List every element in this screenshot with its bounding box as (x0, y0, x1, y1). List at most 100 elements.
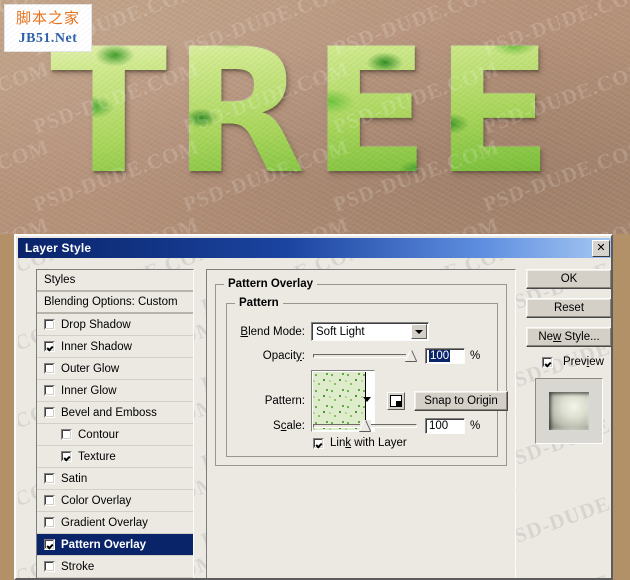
styles-list-item[interactable]: Gradient Overlay (37, 512, 193, 534)
styles-header-label: Styles (44, 274, 76, 286)
dialog-body: PSD-DUDE.COMPSD-DUDE.COMPSD-DUDE.COMPSD-… (18, 258, 611, 578)
opacity-unit: % (470, 350, 481, 362)
styles-list-item-label: Contour (78, 428, 119, 441)
styles-list-item[interactable]: Texture (37, 446, 193, 468)
opacity-label: Opacity: (262, 350, 305, 362)
styles-list-item[interactable]: Drop Shadow (37, 314, 193, 336)
blend-mode-select[interactable]: Soft Light (311, 322, 429, 341)
styles-list-item-checkbox[interactable] (44, 561, 55, 572)
dialog-titlebar[interactable]: Layer Style ✕ (18, 238, 611, 258)
pattern-overlay-legend: Pattern Overlay (224, 278, 318, 290)
blending-options-row[interactable]: Blending Options: Custom (37, 292, 193, 314)
styles-list-item[interactable]: Outer Glow (37, 358, 193, 380)
chevron-down-icon[interactable] (363, 397, 371, 402)
watermark-text: PSD-DUDE.COM (0, 212, 53, 234)
site-logo: 脚本之家 JB51.Net (4, 4, 92, 52)
styles-list-item-label: Outer Glow (61, 362, 120, 375)
styles-list-item-checkbox[interactable] (44, 517, 55, 528)
styles-list-item-label: Color Overlay (61, 494, 132, 507)
scale-slider[interactable] (313, 419, 417, 433)
reset-button[interactable]: Reset (526, 298, 611, 318)
ok-button[interactable]: OK (526, 269, 611, 289)
opacity-input[interactable]: 100 (425, 348, 465, 364)
watermark-text: PSD-DUDE.COM (330, 212, 503, 234)
styles-list-item[interactable]: Color Overlay (37, 490, 193, 512)
reset-label: Reset (553, 302, 585, 314)
styles-list-item[interactable]: Inner Shadow (37, 336, 193, 358)
styles-rows-container: Drop Shadow Inner Shadow Outer Glow Inner G… (37, 314, 193, 578)
pattern-legend: Pattern (235, 297, 283, 309)
preview-label: Preview (563, 356, 604, 368)
blend-mode-label: Blend Mode: (240, 325, 305, 338)
styles-list-item-label: Texture (78, 450, 116, 463)
logo-english-text: JB51.Net (18, 31, 78, 46)
blend-mode-value: Soft Light (316, 325, 365, 338)
layer-style-dialog: Layer Style ✕ PSD-DUDE.COMPSD-DUDE.COMPS… (14, 234, 613, 580)
styles-list-item-label: Inner Shadow (61, 340, 132, 353)
dialog-buttons-panel: OK Reset New Style... Preview (526, 269, 611, 578)
styles-list-item-checkbox[interactable] (44, 495, 55, 506)
snap-to-origin-label: Snap to Origin (424, 395, 498, 407)
scale-label: Scale: (273, 420, 305, 432)
watermark-text: PSD-DUDE.COM (180, 212, 353, 234)
styles-list-item[interactable]: Pattern Overlay (37, 534, 193, 556)
styles-list-item[interactable]: Contour (37, 424, 193, 446)
scale-slider-handle[interactable] (360, 420, 371, 431)
blending-options-label: Blending Options: Custom (44, 296, 178, 308)
watermark-text: PSD-DUDE.COM (0, 134, 53, 217)
styles-list-panel[interactable]: Styles Blending Options: Custom Drop Sha… (36, 269, 194, 578)
preview-row[interactable]: Preview (526, 356, 611, 368)
styles-list-item-checkbox[interactable] (44, 363, 55, 374)
styles-list-item-checkbox[interactable] (61, 451, 72, 462)
styles-list-item[interactable]: Satin (37, 468, 193, 490)
dialog-title: Layer Style (25, 241, 92, 255)
pattern-overlay-panel: Pattern Overlay Pattern Blend Mode: Soft… (206, 269, 516, 578)
link-with-layer-label: Link with Layer (330, 437, 407, 449)
styles-list-item-checkbox[interactable] (44, 319, 55, 330)
style-preview-thumbnail (535, 378, 603, 444)
snap-to-origin-button[interactable]: Snap to Origin (414, 391, 508, 411)
styles-list-item[interactable]: Stroke (37, 556, 193, 578)
styles-list-item-checkbox[interactable] (44, 385, 55, 396)
styles-list-item-label: Stroke (61, 560, 95, 573)
styles-list-item-checkbox[interactable] (61, 429, 72, 440)
styles-list-item[interactable]: Inner Glow (37, 380, 193, 402)
pattern-overlay-group: Pattern Overlay Pattern Blend Mode: Soft… (215, 278, 508, 466)
preview-checkbox[interactable] (542, 356, 553, 368)
new-style-button[interactable]: New Style... (526, 327, 611, 347)
opacity-slider-handle[interactable] (406, 350, 417, 361)
watermark-text: PSD-DUDE.COM (0, 56, 53, 139)
styles-list-item-checkbox[interactable] (44, 407, 55, 418)
styles-list-item-label: Pattern Overlay (61, 538, 147, 551)
styles-list-item-checkbox[interactable] (44, 341, 55, 352)
ok-label: OK (560, 273, 578, 285)
pattern-group: Pattern Blend Mode: Soft Light Opacity: (226, 297, 508, 457)
link-with-layer-checkbox[interactable] (313, 437, 324, 449)
chevron-down-icon[interactable] (411, 324, 427, 339)
logo-chinese-text: 脚本之家 (15, 9, 80, 27)
pattern-label: Pattern: (264, 395, 305, 407)
new-pattern-button[interactable] (387, 392, 405, 410)
styles-list-item-checkbox[interactable] (44, 539, 55, 550)
styles-list-item-label: Bevel and Emboss (61, 406, 157, 419)
opacity-slider[interactable] (313, 349, 417, 363)
scale-input[interactable]: 100 (425, 418, 465, 434)
styles-list-item-label: Inner Glow (61, 384, 117, 397)
close-icon[interactable]: ✕ (592, 240, 610, 257)
styles-list-item-label: Gradient Overlay (61, 516, 148, 529)
opacity-slider-track (313, 354, 417, 358)
link-with-layer-row[interactable]: Link with Layer (313, 437, 407, 449)
styles-list-item-checkbox[interactable] (44, 473, 55, 484)
styles-list-item-label: Satin (61, 472, 88, 485)
watermark-text: PSD-DUDE.COM (30, 212, 203, 234)
new-preset-icon (390, 395, 402, 407)
scale-unit: % (470, 420, 481, 432)
styles-list-item-label: Drop Shadow (61, 318, 131, 331)
watermark-text: PSD-DUDE.COM (480, 212, 630, 234)
styles-list-item[interactable]: Bevel and Emboss (37, 402, 193, 424)
preview-image (549, 392, 589, 430)
tree-text: TREE (50, 22, 590, 207)
artwork-canvas: TREE TREE PSD-DUDE.COMPSD-DUDE.COMPSD-DU… (0, 0, 630, 234)
new-style-label: New Style... (538, 331, 600, 343)
styles-header-row[interactable]: Styles (37, 270, 193, 292)
